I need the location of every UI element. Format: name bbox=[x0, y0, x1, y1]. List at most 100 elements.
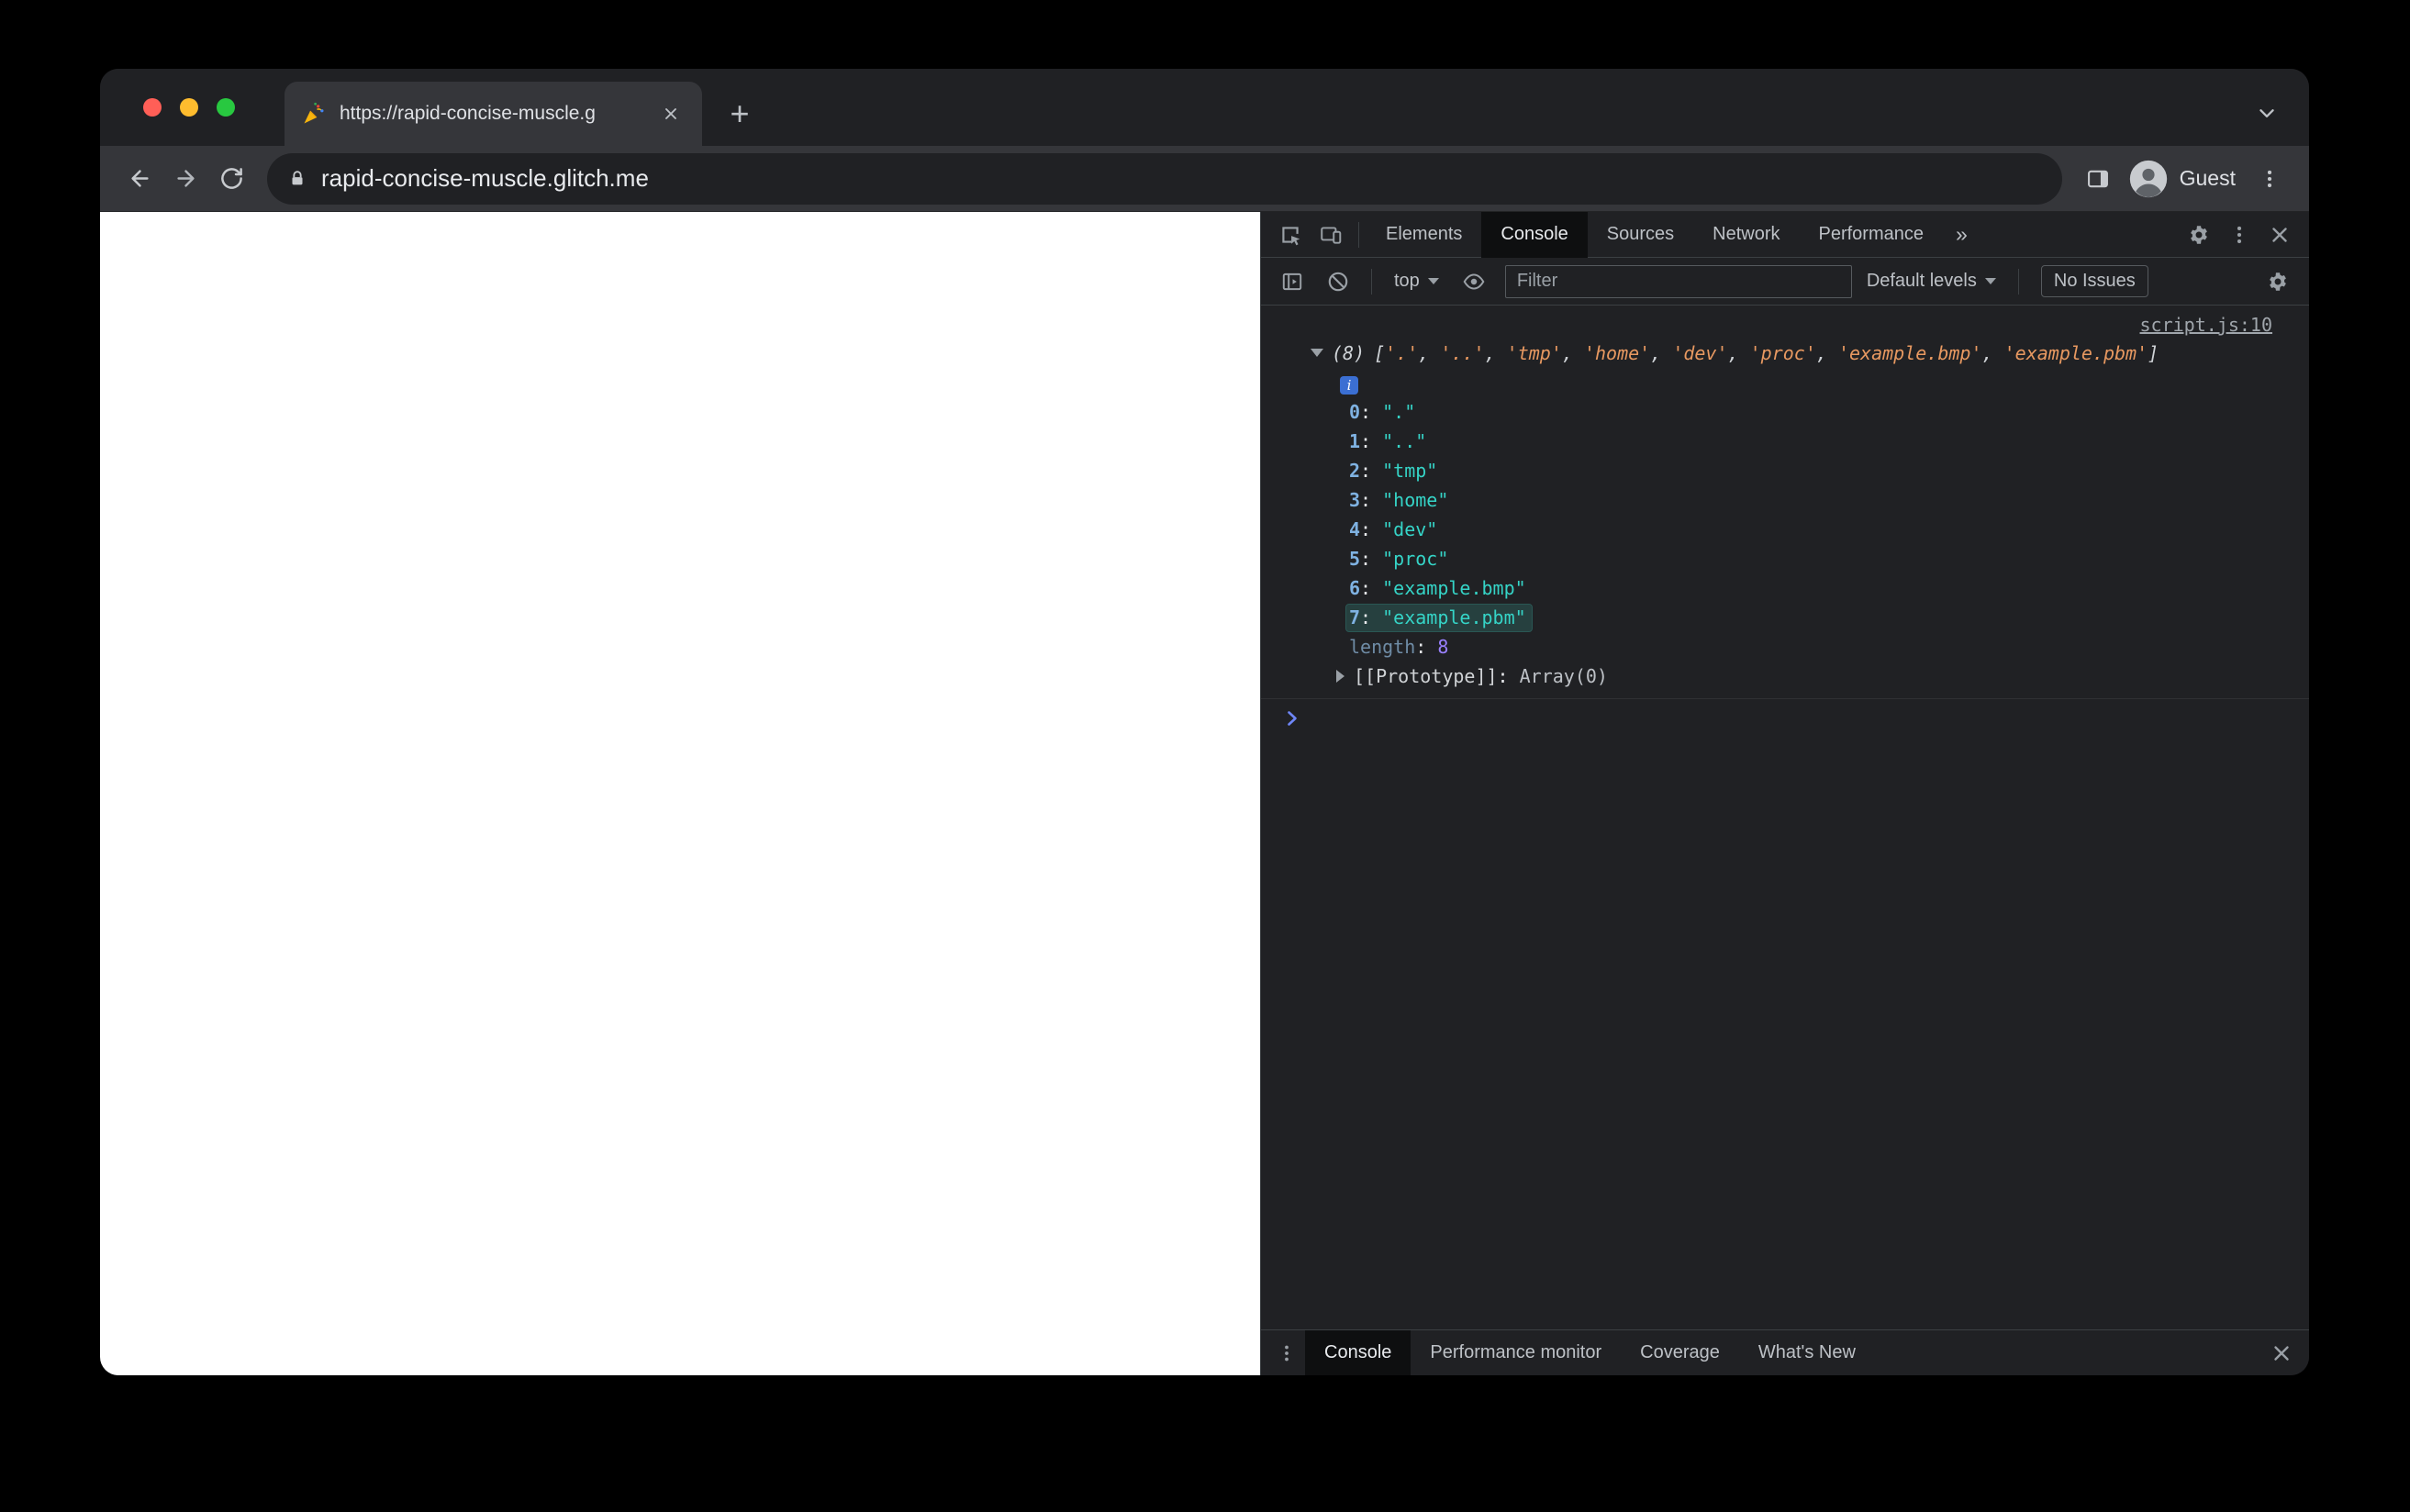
entry-colon: : bbox=[1360, 548, 1383, 570]
issues-button[interactable]: No Issues bbox=[2040, 265, 2148, 297]
console-array-entry: 7: "example.pbm" bbox=[1261, 603, 2309, 632]
entry-value: "home" bbox=[1382, 489, 1449, 511]
entry-colon: : bbox=[1360, 489, 1383, 511]
entry-value: "example.pbm" bbox=[1382, 606, 1526, 628]
devtools-tab-sources[interactable]: Sources bbox=[1588, 212, 1693, 258]
browser-menu-kebab-icon[interactable] bbox=[2247, 156, 2293, 202]
info-badge-icon[interactable]: i bbox=[1340, 376, 1358, 395]
console-settings-gear-icon[interactable] bbox=[2258, 259, 2298, 305]
console-array-entry: 0: "." bbox=[1261, 397, 2309, 427]
side-panel-button[interactable] bbox=[2075, 156, 2121, 202]
devtools-panel: Elements Console Sources Network Perform… bbox=[1260, 211, 2309, 1375]
separator: , bbox=[1981, 342, 2004, 364]
close-window-button[interactable] bbox=[143, 98, 162, 117]
separator: , bbox=[1561, 342, 1584, 364]
entry-value: "dev" bbox=[1382, 518, 1438, 540]
tab-close-icon[interactable] bbox=[656, 99, 686, 128]
devtools-settings-gear-icon[interactable] bbox=[2179, 212, 2219, 258]
console-array-entry: 4: "dev" bbox=[1261, 515, 2309, 544]
entry-colon: : bbox=[1415, 636, 1438, 658]
tab-list-chevron-icon[interactable] bbox=[2248, 94, 2285, 131]
browser-toolbar: rapid-concise-muscle.glitch.me Guest bbox=[100, 146, 2309, 212]
console-sidebar-icon[interactable] bbox=[1272, 259, 1312, 305]
separator: , bbox=[1484, 342, 1507, 364]
expand-triangle-icon[interactable] bbox=[1336, 670, 1344, 683]
console-array-entry: 6: "example.bmp" bbox=[1261, 573, 2309, 603]
entry-key: 4 bbox=[1349, 518, 1361, 540]
preview-item: 'example.bmp' bbox=[1837, 342, 1982, 364]
drawer-tab-coverage[interactable]: Coverage bbox=[1621, 1330, 1739, 1376]
preview-item: 'tmp' bbox=[1506, 342, 1562, 364]
entry-colon: : bbox=[1360, 606, 1383, 628]
entry-key: 3 bbox=[1349, 489, 1361, 511]
separator: , bbox=[1727, 342, 1750, 364]
clear-console-icon[interactable] bbox=[1318, 259, 1358, 305]
entry-key: 5 bbox=[1349, 548, 1361, 570]
preview-item: 'home' bbox=[1583, 342, 1651, 364]
length-value: 8 bbox=[1437, 636, 1449, 658]
chevron-down-icon bbox=[1427, 278, 1439, 284]
devtools-tab-performance[interactable]: Performance bbox=[1800, 212, 1944, 258]
prompt-chevron-icon bbox=[1288, 711, 1297, 726]
array-count: (8) bbox=[1332, 342, 1366, 364]
devtools-tab-elements[interactable]: Elements bbox=[1367, 212, 1481, 258]
drawer-tab-whats-new[interactable]: What's New bbox=[1739, 1330, 1875, 1376]
preview-item: 'dev' bbox=[1672, 342, 1728, 364]
log-levels-label: Default levels bbox=[1866, 271, 1977, 291]
log-levels-selector[interactable]: Default levels bbox=[1858, 265, 2005, 298]
separator: , bbox=[1815, 342, 1838, 364]
preview-item: '.' bbox=[1385, 342, 1419, 364]
collapse-triangle-icon[interactable] bbox=[1311, 349, 1323, 357]
tab-strip: https://rapid-concise-muscle.g + bbox=[100, 69, 2309, 146]
entry-key: 1 bbox=[1349, 430, 1361, 452]
zoom-window-button[interactable] bbox=[217, 98, 235, 117]
lock-icon[interactable] bbox=[287, 169, 307, 189]
prototype-row: [[Prototype]]: Array(0) bbox=[1261, 662, 2309, 691]
bracket: [ bbox=[1374, 342, 1386, 364]
devtools-close-icon[interactable] bbox=[2259, 212, 2300, 258]
devtools-menu-kebab-icon[interactable] bbox=[2219, 212, 2259, 258]
entry-value: "proc" bbox=[1382, 548, 1449, 570]
array-preview-row: (8) ['.', '..', 'tmp', 'home', 'dev', 'pr… bbox=[1261, 337, 2309, 370]
browser-tab[interactable]: https://rapid-concise-muscle.g bbox=[285, 82, 702, 146]
devtools-drawer: Console Performance monitor Coverage Wha… bbox=[1261, 1329, 2309, 1375]
preview-item: 'proc' bbox=[1749, 342, 1816, 364]
devtools-tab-console[interactable]: Console bbox=[1481, 211, 1588, 258]
separator: , bbox=[1418, 342, 1441, 364]
entry-colon: : bbox=[1360, 460, 1383, 482]
entry-colon: : bbox=[1360, 430, 1383, 452]
back-button[interactable] bbox=[117, 156, 162, 202]
console-array-entry: 1: ".." bbox=[1261, 427, 2309, 456]
source-row: script.js:10 bbox=[1261, 306, 2309, 337]
inspect-element-icon[interactable] bbox=[1270, 212, 1311, 258]
drawer-tab-console[interactable]: Console bbox=[1305, 1329, 1411, 1375]
entry-colon: : bbox=[1360, 401, 1383, 423]
console-prompt[interactable] bbox=[1261, 699, 2309, 734]
divider bbox=[1371, 268, 1372, 295]
window-controls bbox=[143, 98, 235, 117]
devtools-tab-network[interactable]: Network bbox=[1693, 212, 1799, 258]
more-tabs-chevron[interactable]: » bbox=[1943, 222, 1980, 247]
drawer-close-icon[interactable] bbox=[2261, 1330, 2302, 1376]
context-selector-label: top bbox=[1394, 271, 1420, 291]
minimize-window-button[interactable] bbox=[180, 98, 198, 117]
reload-button[interactable] bbox=[208, 156, 254, 202]
console-array-entry: 5: "proc" bbox=[1261, 544, 2309, 573]
entry-colon: : bbox=[1360, 577, 1383, 599]
source-link[interactable]: script.js:10 bbox=[2140, 314, 2273, 336]
eye-icon[interactable] bbox=[1454, 259, 1494, 305]
drawer-tab-performance-monitor[interactable]: Performance monitor bbox=[1411, 1330, 1621, 1376]
address-bar[interactable]: rapid-concise-muscle.glitch.me bbox=[267, 152, 2062, 205]
page-viewport[interactable] bbox=[100, 212, 1260, 1375]
profile-chip[interactable]: Guest bbox=[2121, 155, 2247, 203]
console-array-entry: 3: "home" bbox=[1261, 485, 2309, 515]
forward-button[interactable] bbox=[162, 156, 208, 202]
filter-input[interactable] bbox=[1504, 264, 1852, 298]
content-area: Elements Console Sources Network Perform… bbox=[100, 211, 2309, 1375]
new-tab-button[interactable]: + bbox=[720, 94, 759, 133]
drawer-menu-kebab-icon[interactable] bbox=[1268, 1330, 1305, 1376]
preview-item: 'example.pbm' bbox=[2003, 342, 2148, 364]
context-selector[interactable]: top bbox=[1385, 265, 1448, 298]
device-toolbar-icon[interactable] bbox=[1311, 212, 1351, 258]
bracket: ] bbox=[2148, 342, 2159, 364]
